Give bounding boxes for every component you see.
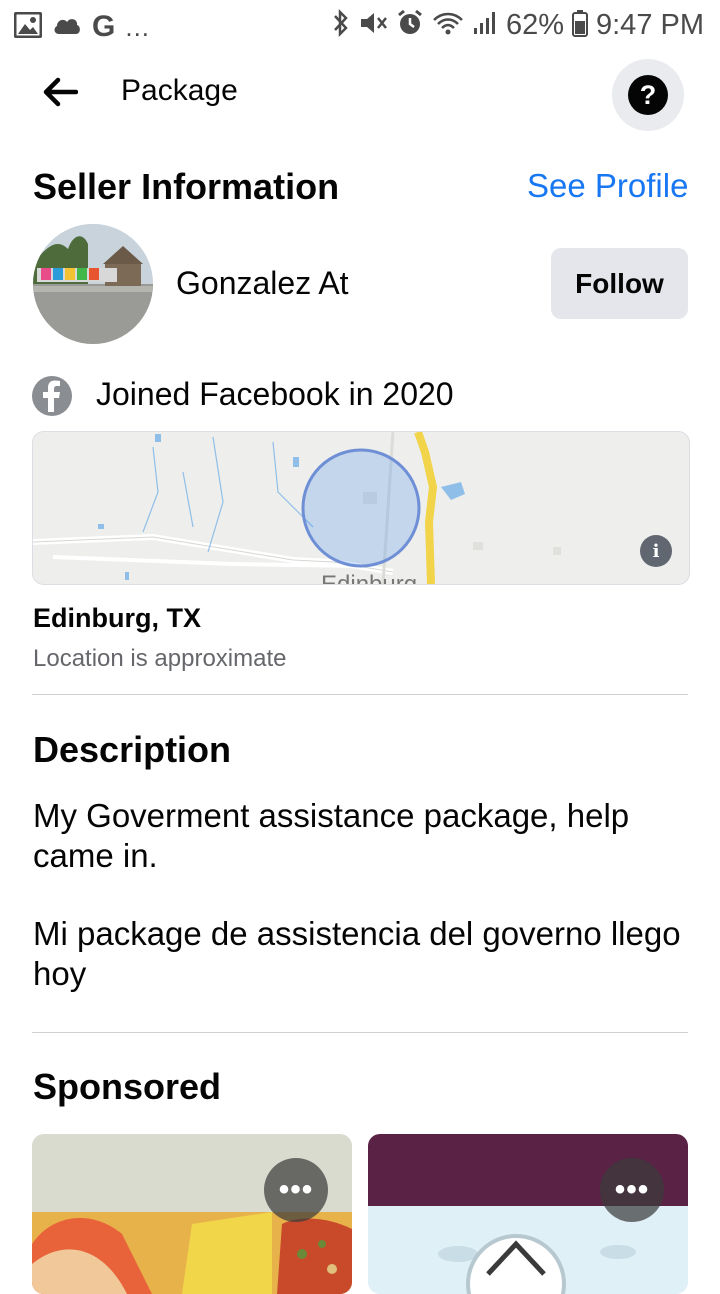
arrow-left-icon [42,77,79,112]
see-profile-link[interactable]: See Profile [527,167,688,205]
joined-facebook-text: Joined Facebook in 2020 [96,376,454,412]
description-paragraph-spanish: Mi package de assistencia del governo ll… [33,915,681,992]
description-heading: Description [33,729,232,770]
help-button[interactable]: ? [612,59,684,131]
question-mark-icon: ? [628,75,668,115]
avatar-photo [33,224,153,344]
wifi-icon [432,10,464,41]
facebook-icon [32,376,72,416]
sponsored-card[interactable]: ••• [32,1134,352,1294]
clock: 9:47 PM [596,9,704,41]
sponsored-heading: Sponsored [33,1066,222,1107]
status-bar-right: 62% 9:47 PM [332,8,704,43]
avatar[interactable] [33,224,153,344]
location-approximate-note: Location is approximate [33,645,287,672]
map-graphic: Edinburg [33,432,689,584]
map-info-icon[interactable]: i [640,535,672,567]
battery-percent: 62% [505,9,564,41]
seller-name[interactable]: Gonzalez At [176,265,349,302]
battery-icon [572,9,588,42]
more-notifications-indicator: ... [125,11,151,42]
location-name: Edinburg, TX [33,603,201,633]
google-icon: G [92,10,116,43]
sponsored-card[interactable]: ••• [368,1134,688,1294]
follow-button[interactable]: Follow [551,248,688,319]
status-bar-left: G ... [13,10,151,44]
divider [32,1032,688,1033]
svg-text:Edinburg: Edinburg [321,571,417,584]
cloud-icon [52,14,82,41]
bluetooth-icon [332,8,350,43]
status-bar: G ... 62% 9:47 PM [0,0,720,48]
more-options-button[interactable]: ••• [264,1158,328,1222]
alarm-icon [396,9,424,42]
location-map[interactable]: Edinburg i [32,431,690,585]
gallery-icon [13,11,43,43]
back-button[interactable] [30,66,90,122]
page-title: Package [121,74,238,107]
seller-information-heading: Seller Information [33,166,340,207]
signal-icon [472,10,498,41]
more-options-button[interactable]: ••• [600,1158,664,1222]
mute-icon [358,9,388,42]
description-paragraph-english: My Goverment assistance package, help ca… [33,797,630,874]
divider [32,694,688,695]
